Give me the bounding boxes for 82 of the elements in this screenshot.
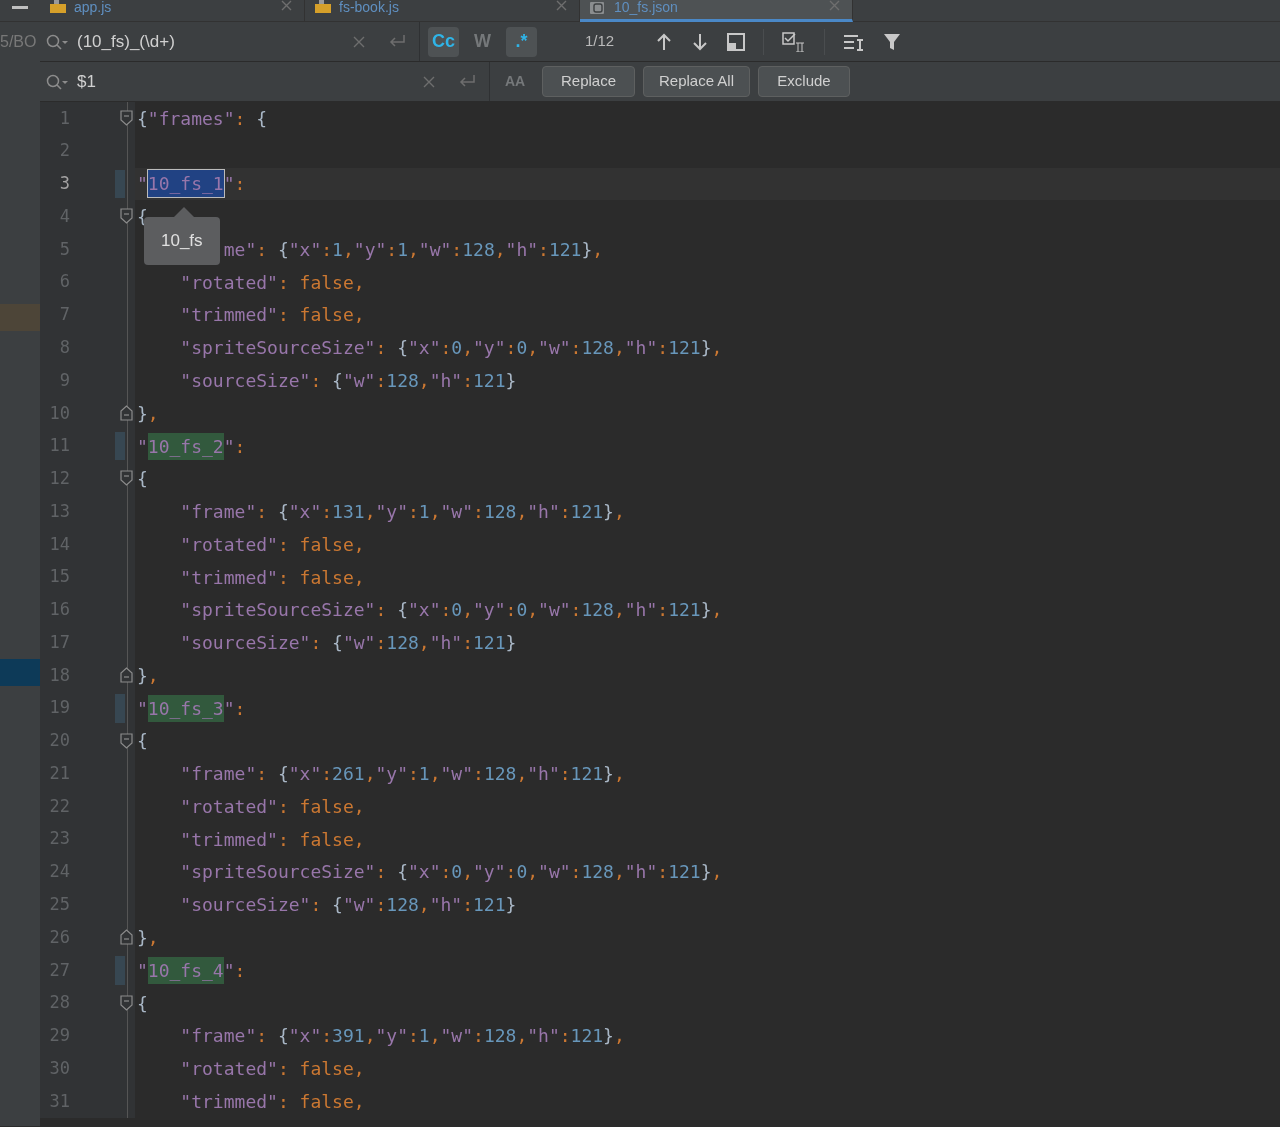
code-text: "rotated": false, [180,270,365,295]
code-text: {"frames": { [137,106,268,131]
code-text: : [234,434,246,459]
select-all-icon[interactable] [727,32,745,51]
clear-icon[interactable] [423,75,435,88]
filter-icon[interactable] [883,32,901,51]
code-text: "rotated": false, [180,1057,365,1082]
checkbox-cursor-icon[interactable] [782,31,806,52]
code-text: "trimmed": false, [180,827,365,852]
option-toggle[interactable]: W [467,26,498,57]
code-text: " [137,434,148,459]
code-text: "sourceSize": {"w":128,"h":121} [180,631,517,656]
filter-lines-icon[interactable] [843,32,865,51]
code-text: "spriteSourceSize": {"x":0,"y":0,"w":128,"h":121}, [180,860,723,885]
search-match: 10_fs_4 [147,956,224,984]
option-toggle[interactable]: .* [506,26,537,57]
up-arrow-icon[interactable] [655,32,673,51]
code-text: " [223,958,235,983]
search-icon[interactable] [45,32,69,51]
action-button[interactable]: Exclude [758,66,850,97]
search-icon[interactable] [45,72,69,91]
match-count: 1/12 [585,31,616,52]
fold-icon[interactable] [120,110,133,126]
action-button[interactable]: Replace All [643,66,750,97]
code-text: " [223,434,235,459]
tooltip: 10_fs [144,217,220,265]
fold-icon[interactable] [120,732,133,749]
code-text: }, [137,663,159,688]
js-file-icon [50,0,66,14]
close-icon[interactable] [281,0,292,11]
search-match: 10_fs_1 [147,170,224,198]
action-button[interactable]: Replace [542,66,635,97]
code-text: me" [223,237,257,262]
code-text: "spriteSourceSize": {"x":0,"y":0,"w":128,"h":121}, [180,598,723,623]
code-text: { [137,991,148,1016]
code-text: { [137,729,148,754]
code-text: "rotated": false, [180,794,365,819]
clear-icon[interactable] [353,35,365,48]
code-text: "spriteSourceSize": {"x":0,"y":0,"w":128,"h":121}, [180,336,723,361]
code-text: "rotated": false, [180,532,365,557]
code-text: " [223,172,235,197]
code-text: { [137,467,148,492]
row-highlight [0,659,40,686]
code-text: : [234,696,246,721]
row-highlight [0,304,40,331]
search-match: 10_fs_2 [147,432,224,460]
editor-tab[interactable]: 10_fs.json [580,0,853,22]
code-text: "trimmed": false, [180,1089,365,1114]
code-text: "frame": {"x":261,"y":1,"w":128,"h":121}, [180,762,625,787]
fold-icon[interactable] [120,994,133,1011]
code-text: " [137,958,148,983]
code-text: "trimmed": false, [180,303,365,328]
js-file-icon [315,0,331,14]
code-text: "frame": {"x":131,"y":1,"w":128,"h":121}, [180,500,625,525]
code-text: " [137,172,148,197]
tooltip-arrow [174,207,194,217]
code-text: "sourceSize": {"w":128,"h":121} [180,369,517,393]
code-text: }, [137,401,159,426]
replace-field[interactable]: $1 [77,68,415,95]
code-text: "sourceSize": {"w":128,"h":121} [180,893,517,918]
option-toggle[interactable]: Cc [428,26,459,57]
code-text: " [223,696,235,721]
close-icon[interactable] [556,0,567,11]
option-toggle[interactable]: AA [498,66,532,97]
find-field[interactable]: (10_fs)_(\d+) [77,28,345,55]
code-text: }, [137,926,159,950]
code-text: : {"x":1,"y":1,"w":128,"h":121}, [256,237,604,262]
search-match: 10_fs_3 [147,694,224,722]
code-text: "trimmed": false, [180,565,365,590]
line-number: 3 [59,172,70,196]
fold-icon[interactable] [120,929,133,946]
fold-icon[interactable] [120,208,133,225]
down-arrow-icon[interactable] [691,32,709,51]
fold-icon[interactable] [120,470,133,487]
code-text: : [234,172,246,197]
fold-icon[interactable] [120,404,133,421]
code-text: : [234,958,246,983]
fold-icon[interactable] [120,667,133,683]
json-file-icon [590,0,606,14]
code-text: " [137,696,148,721]
code-text: "frame": {"x":391,"y":1,"w":128,"h":121}, [180,1024,625,1049]
project-path: 5/BO [0,32,38,52]
